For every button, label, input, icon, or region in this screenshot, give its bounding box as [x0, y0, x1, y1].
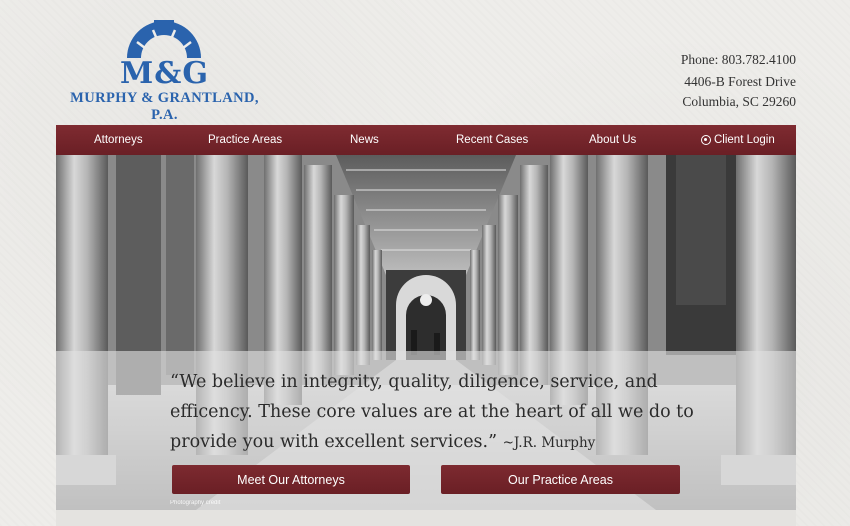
phone-number: Phone: 803.782.4100 — [680, 52, 796, 67]
contact-info: Phone: 803.782.4100 4406-B Forest Drive … — [681, 50, 796, 112]
meet-attorneys-button[interactable]: Meet Our Attorneys — [172, 465, 410, 494]
hero-quote: “We believe in integrity, quality, dilig… — [170, 367, 710, 458]
login-icon — [701, 135, 711, 145]
logo-firm-name: MURPHY & GRANTLAND, P.A. — [70, 90, 259, 123]
photo-credit[interactable]: Photography credit — [170, 500, 220, 506]
nav-about-us[interactable]: About Us — [589, 134, 636, 146]
firm-logo[interactable]: M&G MURPHY & GRANTLAND, P.A. — [57, 20, 272, 123]
logo-monogram: M&G — [120, 56, 209, 91]
nav-attorneys[interactable]: Attorneys — [94, 134, 143, 146]
practice-areas-button[interactable]: Our Practice Areas — [441, 465, 680, 494]
arch-icon — [127, 20, 201, 58]
content-strip — [56, 510, 796, 526]
nav-news[interactable]: News — [350, 134, 379, 146]
main-nav: Attorneys Practice Areas News Recent Cas… — [56, 125, 796, 155]
nav-practice-areas[interactable]: Practice Areas — [208, 134, 282, 146]
nav-recent-cases[interactable]: Recent Cases — [456, 134, 528, 146]
address-line-2: Columbia, SC 29260 — [682, 94, 796, 109]
hero-banner: “We believe in integrity, quality, dilig… — [56, 155, 796, 510]
address-line-1: 4406-B Forest Drive — [684, 74, 796, 89]
nav-client-login-label: Client Login — [714, 134, 775, 146]
nav-client-login[interactable]: Client Login — [701, 134, 775, 146]
quote-text: “We believe in integrity, quality, dilig… — [170, 372, 694, 452]
quote-author: ~J.R. Murphy — [502, 435, 596, 451]
